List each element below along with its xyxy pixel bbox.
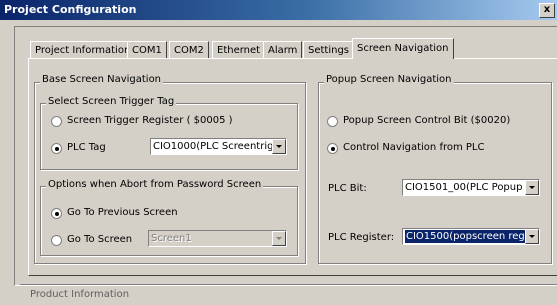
plc-bit-value: CIO1501_00(PLC Popup [405,182,523,193]
plc-tag-select[interactable]: CIO1000(PLC Screentrig [150,138,287,155]
plc-register-select[interactable]: CIO1500(popscreen reg [402,228,540,245]
abort-options-title: Options when Abort from Password Screen [46,179,264,190]
plc-register-value: CIO1500(popscreen reg [405,230,526,243]
plc-bit-label: PLC Bit: [328,183,367,194]
screen-trigger-group [40,103,298,170]
tab-com2[interactable]: COM2 [169,41,209,58]
tab-project-information[interactable]: Project Information [30,41,136,58]
control-from-plc-label: Control Navigation from PLC [343,142,485,153]
tab-com1[interactable]: COM1 [127,41,167,58]
chevron-down-icon[interactable] [525,180,539,195]
popup-control-bit-radio[interactable] [327,116,338,127]
popup-screen-navigation-title: Popup Screen Navigation [324,74,454,85]
tab-alarm[interactable]: Alarm [263,41,303,58]
chevron-down-icon[interactable] [525,229,539,244]
close-icon[interactable]: x [539,3,555,18]
go-to-screen-select[interactable]: Screen1 [148,230,287,247]
control-from-plc-radio[interactable] [327,143,338,154]
tab-screen-navigation[interactable]: Screen Navigation [352,38,454,59]
window-title: Project Configuration [4,3,137,16]
chevron-down-icon[interactable] [272,139,286,154]
window-titlebar: Project Configuration x [0,0,557,20]
plc-tag-label: PLC Tag [67,142,106,153]
go-to-screen-value: Screen1 [151,233,192,244]
plc-register-label: PLC Register: [328,232,395,243]
tab-ethernet[interactable]: Ethernet [212,41,266,58]
go-to-previous-screen-label: Go To Previous Screen [67,207,178,218]
screen-trigger-title: Select Screen Trigger Tag [46,96,177,107]
base-screen-navigation-title: Base Screen Navigation [40,74,164,85]
plc-tag-value: CIO1000(PLC Screentrig [153,141,274,152]
go-to-screen-radio[interactable] [51,235,62,246]
plc-tag-radio[interactable] [51,143,62,154]
tab-settings[interactable]: Settings [303,41,355,58]
go-to-screen-label: Go To Screen [67,234,133,245]
screen-trigger-register-radio[interactable] [51,116,62,127]
go-to-previous-screen-radio[interactable] [51,208,62,219]
chevron-down-icon[interactable] [272,231,286,246]
popup-control-bit-label: Popup Screen Control Bit ($0020) [343,115,511,126]
plc-bit-select[interactable]: CIO1501_00(PLC Popup [402,179,540,196]
screen-trigger-register-label: Screen Trigger Register ( $0005 ) [67,115,233,126]
product-information-title: Product Information [28,289,132,300]
